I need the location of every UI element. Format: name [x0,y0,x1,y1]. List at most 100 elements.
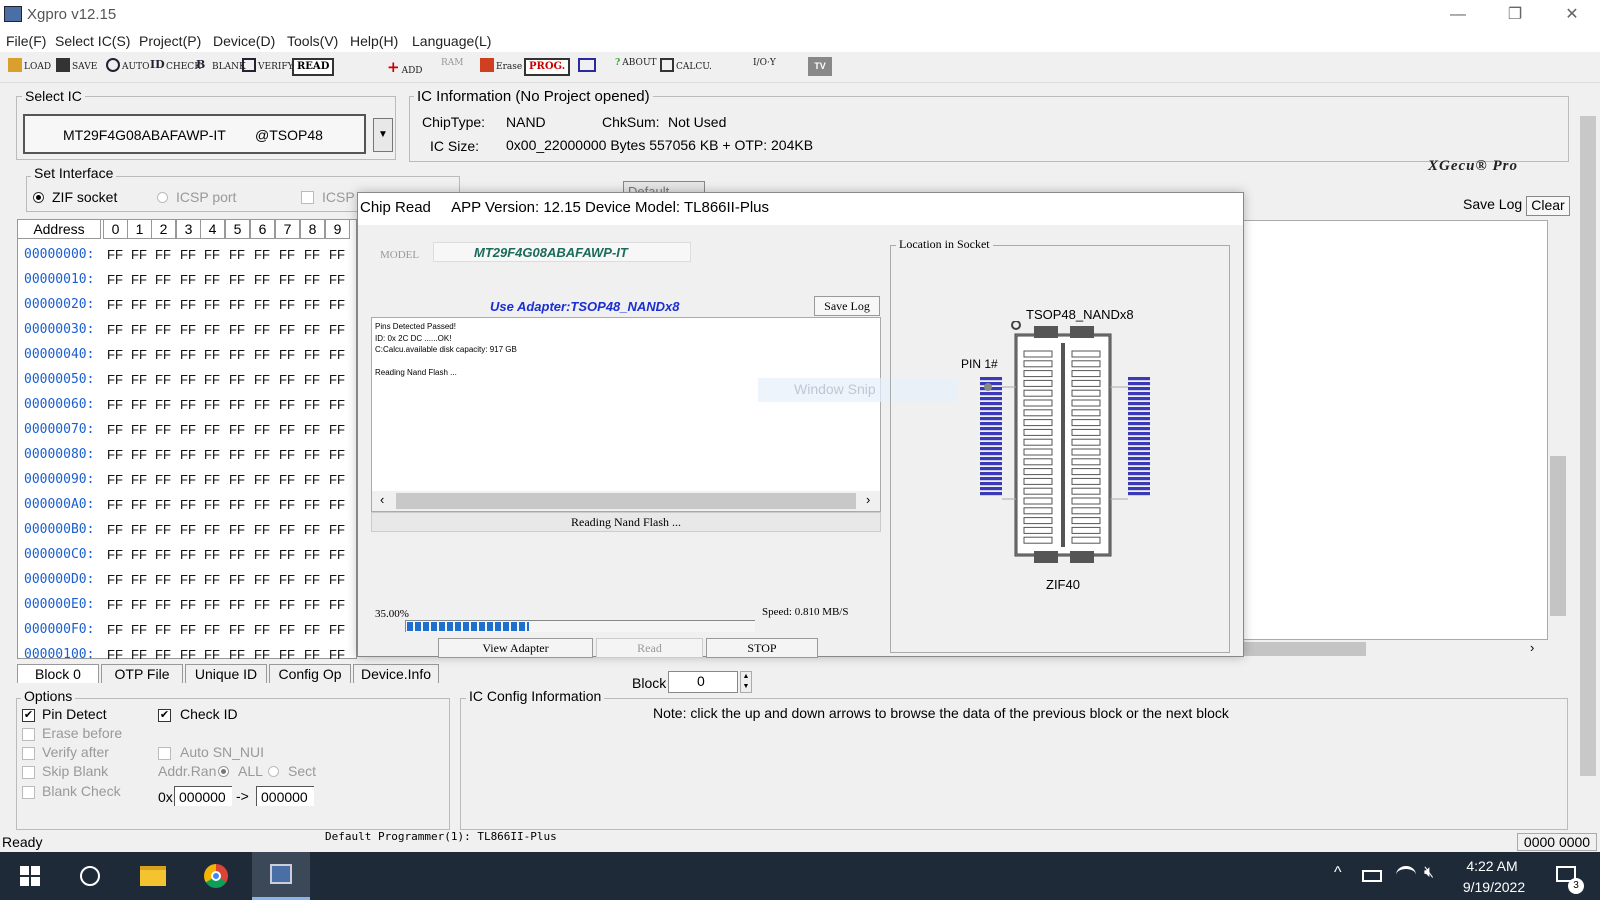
hex-cell[interactable]: FF [254,597,270,612]
hex-cell[interactable]: FF [279,297,295,312]
hex-cell[interactable]: FF [329,472,345,487]
hex-cell[interactable]: FF [279,622,295,637]
hex-cell[interactable]: FF [131,597,147,612]
chip-button[interactable] [578,58,596,72]
hex-cell[interactable]: FF [279,372,295,387]
hex-cell[interactable]: FF [180,647,196,662]
hex-cell[interactable]: FF [304,622,320,637]
blank-check-checkbox[interactable] [22,786,35,799]
load-button[interactable]: LOAD [8,58,51,72]
hex-cell[interactable]: FF [204,422,220,437]
hex-cell[interactable]: FF [279,647,295,662]
hex-cell[interactable]: FF [254,547,270,562]
stop-button[interactable]: STOP [706,638,818,658]
clock-date[interactable]: 9/19/2022 [1452,879,1536,895]
verify-button[interactable]: VERIFY [242,58,294,72]
hex-cell[interactable]: FF [329,647,345,662]
hex-cell[interactable]: FF [304,322,320,337]
menu-language[interactable]: Language(L) [412,33,491,49]
hex-cell[interactable]: FF [229,472,245,487]
hex-cell[interactable]: FF [107,347,123,362]
hex-cell[interactable]: FF [155,422,171,437]
wifi-icon[interactable] [1396,866,1416,884]
hex-cell[interactable]: FF [155,372,171,387]
hex-cell[interactable]: FF [304,397,320,412]
hex-cell[interactable]: FF [155,247,171,262]
hex-cell[interactable]: FF [254,272,270,287]
hex-cell[interactable]: FF [107,472,123,487]
menu-file[interactable]: File(F) [6,33,46,49]
hex-cell[interactable]: FF [155,397,171,412]
hex-cell[interactable]: FF [204,472,220,487]
main-scrollbar[interactable] [1578,86,1598,826]
hex-cell[interactable]: FF [229,247,245,262]
io-button[interactable]: I/O·Y [753,58,776,68]
hex-cell[interactable]: FF [204,547,220,562]
ic-name-box[interactable]: MT29F4G08ABAFAWP-IT @TSOP48 [23,114,366,154]
hex-cell[interactable]: FF [254,347,270,362]
addr-to-input[interactable]: 000000 [256,786,314,806]
read-dialog-button[interactable]: Read [596,638,703,658]
hex-cell[interactable]: FF [254,622,270,637]
hex-cell[interactable]: FF [304,572,320,587]
hex-cell[interactable]: FF [131,472,147,487]
hex-cell[interactable]: FF [131,272,147,287]
hex-cell[interactable]: FF [155,597,171,612]
hex-cell[interactable]: FF [180,522,196,537]
speaker-muted-icon[interactable]: 🔇︎ [1424,864,1434,882]
hex-cell[interactable]: FF [107,372,123,387]
hex-cell[interactable]: FF [304,347,320,362]
hex-cell[interactable]: FF [329,522,345,537]
hex-cell[interactable]: FF [155,472,171,487]
hex-cell[interactable]: FF [329,597,345,612]
hex-cell[interactable]: FF [254,497,270,512]
verify-after-checkbox[interactable] [22,747,35,760]
dialog-save-log-button[interactable]: Save Log [814,296,880,316]
hex-cell[interactable]: FF [107,497,123,512]
hex-cell[interactable]: FF [229,572,245,587]
blank-button[interactable]: B BLANK [196,58,246,72]
hex-cell[interactable]: FF [180,322,196,337]
hex-cell[interactable]: FF [229,447,245,462]
hex-cell[interactable]: FF [204,347,220,362]
about-button[interactable]: ? ABOUT [615,58,657,68]
menu-device[interactable]: Device(D) [213,33,275,49]
hex-cell[interactable]: FF [155,347,171,362]
hex-cell[interactable]: FF [155,497,171,512]
hex-cell[interactable]: FF [204,322,220,337]
hex-cell[interactable]: FF [304,422,320,437]
save-log-button[interactable]: Save Log [1463,196,1522,212]
hex-cell[interactable]: FF [155,547,171,562]
hex-cell[interactable]: FF [254,472,270,487]
hex-cell[interactable]: FF [180,547,196,562]
log-scrollbar[interactable] [1548,220,1568,640]
hex-cell[interactable]: FF [329,447,345,462]
hex-cell[interactable]: FF [180,247,196,262]
hex-cell[interactable]: FF [131,522,147,537]
close-button[interactable]: ✕ [1557,4,1587,26]
hex-cell[interactable]: FF [204,397,220,412]
hex-cell[interactable]: FF [180,422,196,437]
hex-cell[interactable]: FF [329,497,345,512]
hex-cell[interactable]: FF [329,622,345,637]
hex-cell[interactable]: FF [204,647,220,662]
addr-from-input[interactable]: 000000 [174,786,232,806]
erase-button[interactable]: Erase [480,58,522,72]
hex-cell[interactable]: FF [204,447,220,462]
hex-cell[interactable]: FF [279,447,295,462]
hex-cell[interactable]: FF [107,647,123,662]
hex-cell[interactable]: FF [155,622,171,637]
hex-cell[interactable]: FF [155,647,171,662]
sect-radio[interactable] [268,766,279,777]
tab-otp-file[interactable]: OTP File [101,664,183,683]
hex-cell[interactable]: FF [155,572,171,587]
hex-cell[interactable]: FF [155,272,171,287]
clear-button[interactable]: Clear [1526,196,1570,216]
hex-cell[interactable]: FF [131,547,147,562]
block-input[interactable]: 0 [668,671,738,693]
tab-device-info[interactable]: Device.Info [353,664,439,683]
hex-cell[interactable]: FF [204,372,220,387]
all-radio[interactable] [218,766,229,777]
hex-cell[interactable]: FF [329,372,345,387]
hex-cell[interactable]: FF [279,547,295,562]
